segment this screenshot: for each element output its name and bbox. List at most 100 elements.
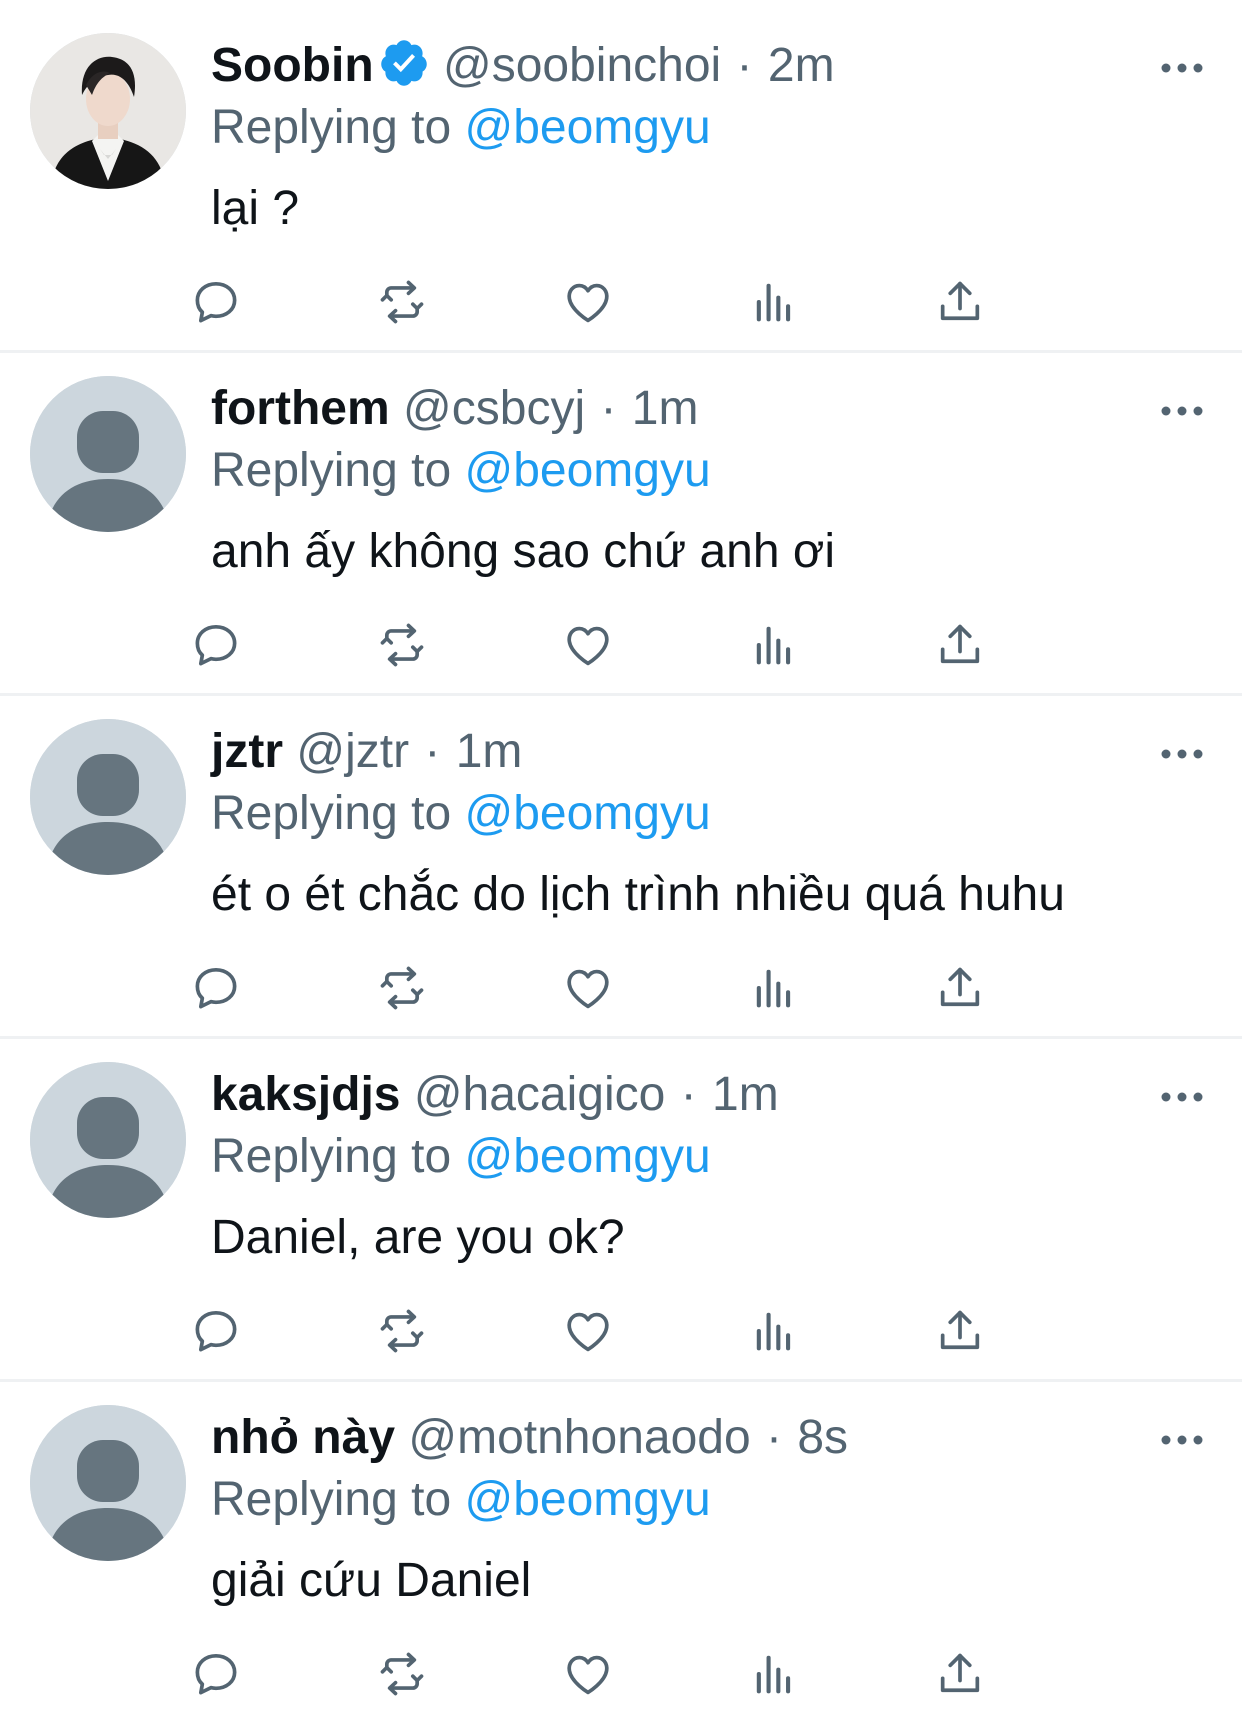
retweet-button[interactable] [372,958,432,1018]
reply-target-link[interactable]: @beomgyu [464,787,710,840]
user-handle[interactable]: @motnhonaodo [408,1411,750,1464]
retweet-button[interactable] [372,1644,432,1704]
timestamp[interactable]: 8s [797,1411,848,1464]
retweet-icon [380,966,424,1010]
analytics-icon [756,1312,791,1351]
share-button[interactable] [930,958,990,1018]
user-handle[interactable]: @hacaigico [414,1068,666,1121]
display-name[interactable]: forthem [211,382,390,435]
analytics-button[interactable] [744,958,804,1018]
analytics-button[interactable] [744,272,804,332]
separator-dot: · [587,382,630,435]
reply-icon [195,624,237,666]
reply-button[interactable] [186,1644,246,1704]
replying-to-line: Replying to @beomgyu [211,1127,711,1187]
retweet-button[interactable] [372,615,432,675]
display-name[interactable]: jztr [211,725,283,778]
like-button[interactable] [558,1301,618,1361]
replying-to-label: Replying to [211,1473,452,1526]
share-icon [940,624,980,664]
avatar[interactable] [30,719,186,875]
share-button[interactable] [930,272,990,332]
avatar[interactable] [30,1062,186,1218]
reply-button[interactable] [186,958,246,1018]
more-options-icon[interactable] [1152,1420,1212,1460]
reply-target-link[interactable]: @beomgyu [464,1473,710,1526]
replying-to-line: Replying to @beomgyu [211,1470,711,1530]
tweet-actions [0,272,1242,332]
analytics-button[interactable] [744,1301,804,1361]
replying-to-line: Replying to @beomgyu [211,784,711,844]
like-icon [567,1655,609,1695]
user-handle[interactable]: @jztr [296,725,409,778]
display-name[interactable]: nhỏ này [211,1411,395,1464]
avatar[interactable] [30,376,186,532]
reply-button[interactable] [186,272,246,332]
tweet[interactable]: jztr @jztr · 1m Replying to @beomgyu ét … [0,686,1242,1031]
separator-dot: · [667,1068,710,1121]
replying-to-line: Replying to @beomgyu [211,441,711,501]
more-options-icon[interactable] [1152,1077,1212,1117]
share-icon [940,281,980,321]
reply-icon [195,1653,237,1695]
more-options-icon[interactable] [1152,48,1212,88]
like-icon [567,626,609,666]
separator-dot: · [723,39,766,92]
share-icon [940,1310,980,1350]
like-button[interactable] [558,958,618,1018]
tweet-actions [0,1301,1242,1361]
tweet-actions [0,615,1242,675]
tweet[interactable]: Soobin @soobinchoi · 2m Replying to @beo… [0,0,1242,345]
timestamp[interactable]: 1m [456,725,523,778]
reply-target-link[interactable]: @beomgyu [464,101,710,154]
analytics-button[interactable] [744,615,804,675]
retweet-button[interactable] [372,272,432,332]
replying-to-label: Replying to [211,1130,452,1183]
analytics-icon [756,1655,791,1694]
separator-dot: · [752,1411,796,1464]
default-avatar-icon [30,719,186,875]
tweet[interactable]: kaksjdjs @hacaigico · 1m Replying to @be… [0,1029,1242,1374]
reply-target-link[interactable]: @beomgyu [464,444,710,497]
share-button[interactable] [930,615,990,675]
share-button[interactable] [930,1644,990,1704]
timestamp[interactable]: 2m [768,39,835,92]
tweet[interactable]: nhỏ này @motnhonaodo · 8s Replying to @b… [0,1372,1242,1717]
default-avatar-icon [30,1062,186,1218]
verified-badge-icon [378,37,430,89]
tweet-text: Daniel, are you ok? [211,1211,625,1264]
replying-to-label: Replying to [211,444,452,497]
retweet-icon [380,623,424,667]
avatar[interactable] [30,1405,186,1561]
replying-to-line: Replying to @beomgyu [211,98,711,158]
retweet-icon [380,1652,424,1696]
share-icon [940,1653,980,1693]
more-options-icon[interactable] [1152,734,1212,774]
analytics-button[interactable] [744,1644,804,1704]
like-button[interactable] [558,615,618,675]
display-name[interactable]: Soobin [211,39,374,92]
reply-button[interactable] [186,615,246,675]
like-button[interactable] [558,272,618,332]
more-options-icon[interactable] [1152,391,1212,431]
timestamp[interactable]: 1m [632,382,699,435]
tweet-header: nhỏ này @motnhonaodo · 8s [211,1408,848,1468]
timestamp[interactable]: 1m [712,1068,779,1121]
tweet-actions [0,958,1242,1018]
tweet[interactable]: forthem @csbcyj · 1m Replying to @beomgy… [0,343,1242,688]
share-button[interactable] [930,1301,990,1361]
tweet-header: jztr @jztr · 1m [211,722,522,782]
reply-button[interactable] [186,1301,246,1361]
retweet-button[interactable] [372,1301,432,1361]
display-name[interactable]: kaksjdjs [211,1068,400,1121]
reply-target-link[interactable]: @beomgyu [464,1130,710,1183]
default-avatar-icon [30,1405,186,1561]
like-button[interactable] [558,1644,618,1704]
like-icon [567,969,609,1009]
avatar[interactable] [30,33,186,189]
user-handle[interactable]: @csbcyj [403,382,585,435]
replying-to-label: Replying to [211,101,452,154]
user-handle[interactable]: @soobinchoi [443,39,721,92]
replying-to-label: Replying to [211,787,452,840]
like-icon [567,283,609,323]
